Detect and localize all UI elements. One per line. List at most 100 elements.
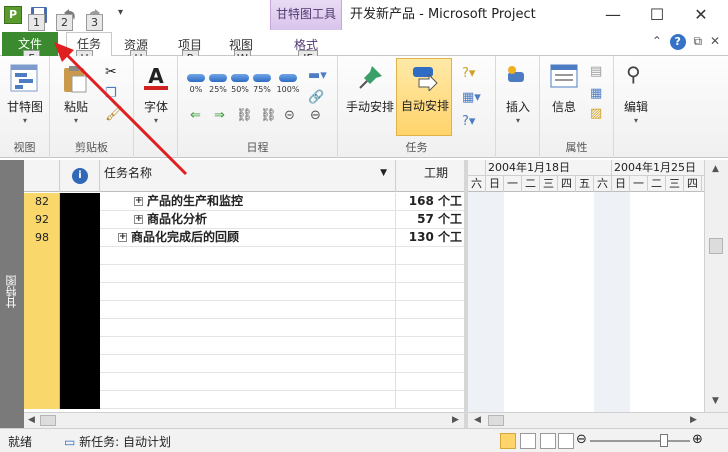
mode-icon[interactable]: ?▾ [462,114,475,129]
scroll-left-icon[interactable]: ◀ [474,415,481,425]
table-row[interactable]: 92 + 商品化分析 57 个工 [24,211,464,229]
customize-qat-icon[interactable]: ▾ [118,7,128,18]
task-name-cell[interactable] [100,391,396,409]
expand-icon[interactable]: + [134,197,143,206]
task-usage-shortcut-icon[interactable] [520,433,536,449]
task-name-cell[interactable] [100,283,396,301]
project-app-icon[interactable]: P [4,6,22,24]
unlink-tasks-icon[interactable]: ⛓ [260,108,277,123]
empty-row[interactable] [24,355,464,373]
move-task-icon[interactable]: ▦▾ [462,90,481,105]
scroll-thumb[interactable] [488,415,504,426]
filter-dropdown-icon[interactable]: ▼ [380,168,387,178]
maximize-button[interactable]: ☐ [634,0,680,30]
outdent-task-icon[interactable]: ⇐ [190,108,201,123]
window-close-icon[interactable]: ✕ [710,34,720,48]
empty-row[interactable] [24,283,464,301]
percent-complete-100-button[interactable]: 100% [276,72,300,102]
task-name-cell[interactable] [100,337,396,355]
respect-links-icon[interactable]: 🔗 [308,90,324,105]
paste-icon[interactable] [62,64,88,94]
close-button[interactable]: ✕ [678,0,724,30]
duration-cell[interactable]: 57 个工 [396,211,464,229]
information-button[interactable]: 信息 [542,98,586,115]
task-name-cell[interactable] [100,301,396,319]
zoom-in-icon[interactable]: ⊕ [692,432,703,447]
cut-icon[interactable]: ✂ [105,64,117,80]
resource-sheet-shortcut-icon[interactable] [558,433,574,449]
zoom-out-icon[interactable]: ⊖ [576,432,587,447]
binoculars-icon[interactable]: ⚲ [626,62,641,86]
indicators-column-header[interactable]: i [60,160,100,192]
manual-schedule-button[interactable]: 手动安排 [340,98,400,115]
scroll-right-icon[interactable]: ▶ [452,415,459,425]
new-task-mode[interactable]: ▭ 新任务: 自动计划 [64,433,171,450]
task-name-column-header[interactable]: 任务名称 ▼ [100,160,396,192]
view-bar[interactable]: 甘特图 [0,160,24,428]
task-name-cell[interactable] [100,373,396,391]
task-name-cell[interactable] [100,265,396,283]
expand-icon[interactable]: + [118,233,127,242]
details-icon[interactable]: ▦ [590,86,602,101]
task-information-icon[interactable] [550,64,578,88]
task-name-cell[interactable] [100,355,396,373]
gantt-horizontal-scrollbar[interactable]: ◀ ▶ [468,412,728,428]
minimize-ribbon-icon[interactable]: ⌃ [652,34,662,48]
gantt-chart-icon[interactable] [10,64,38,92]
font-color-icon[interactable]: A [144,64,168,90]
gantt-chart-button[interactable]: 甘特图 [0,98,50,115]
task-name-cell[interactable]: + 商品化完成后的回顾 [100,229,396,247]
task-name-cell[interactable] [100,247,396,265]
gantt-vertical-scrollbar[interactable]: ▲ ▼ [704,160,728,412]
expand-icon[interactable]: + [134,215,143,224]
font-button[interactable]: 字体 [134,98,178,115]
editing-button[interactable]: 编辑 [614,98,658,115]
percent-complete-25-button[interactable]: 25% [208,72,228,102]
paste-button[interactable]: 粘贴 [56,98,96,115]
empty-row[interactable] [24,337,464,355]
notes-icon[interactable]: ▤ [590,64,602,79]
sheet-horizontal-scrollbar[interactable]: ◀ ▶ [24,412,464,428]
link-tasks-icon[interactable]: ⛓ [236,108,253,123]
inspect-icon[interactable]: ?▾ [462,66,475,81]
help-icon[interactable]: ? [669,34,686,50]
empty-row[interactable] [24,373,464,391]
add-to-timeline-icon[interactable]: ▨ [590,106,602,121]
gantt-view-shortcut-icon[interactable] [500,433,516,449]
manual-schedule-pin-icon[interactable] [358,64,384,90]
duration-cell[interactable]: 130 个工 [396,229,464,247]
percent-complete-75-button[interactable]: 75% [252,72,272,102]
insert-task-icon[interactable] [506,64,530,88]
scroll-right-icon[interactable]: ▶ [690,415,697,425]
auto-schedule-button[interactable]: 自动安排 [396,58,452,136]
inactivate-icon[interactable]: ⊖ [310,108,321,123]
minimize-button[interactable]: — [590,0,636,30]
zoom-slider[interactable] [590,440,690,442]
empty-row[interactable] [24,301,464,319]
percent-complete-50-button[interactable]: 50% [230,72,250,102]
empty-row[interactable] [24,265,464,283]
duration-column-header[interactable]: 工期 [396,160,464,192]
split-task-icon[interactable]: ⊝ [284,108,295,123]
gantt-chart-pane[interactable]: 2004年1月18日 2004年1月25日 六 日 一 二 三 四 五 六 日 … [468,160,704,412]
table-row[interactable]: 98 + 商品化完成后的回顾 130 个工 [24,229,464,247]
format-painter-icon[interactable]: 🖌 [105,106,123,122]
zoom-slider-thumb[interactable] [660,434,668,447]
empty-row[interactable] [24,391,464,409]
scroll-down-icon[interactable]: ▼ [712,396,719,406]
scroll-left-icon[interactable]: ◀ [28,415,35,425]
scroll-thumb[interactable] [40,415,56,426]
task-name-cell[interactable]: + 产品的生产和监控 [100,193,396,211]
scroll-up-icon[interactable]: ▲ [712,164,719,174]
duration-cell[interactable]: 168 个工 [396,193,464,211]
copy-icon[interactable]: ❐ [105,86,117,101]
task-name-cell[interactable]: + 商品化分析 [100,211,396,229]
task-name-cell[interactable] [100,319,396,337]
team-planner-shortcut-icon[interactable] [540,433,556,449]
empty-row[interactable] [24,319,464,337]
indent-task-icon[interactable]: ⇒ [214,108,225,123]
select-all-cell[interactable] [24,160,60,192]
percent-complete-0-button[interactable]: 0% [186,72,206,102]
mark-on-track-icon[interactable]: ▬▾ [308,68,327,83]
window-restore-icon[interactable]: ⧉ [694,34,703,48]
